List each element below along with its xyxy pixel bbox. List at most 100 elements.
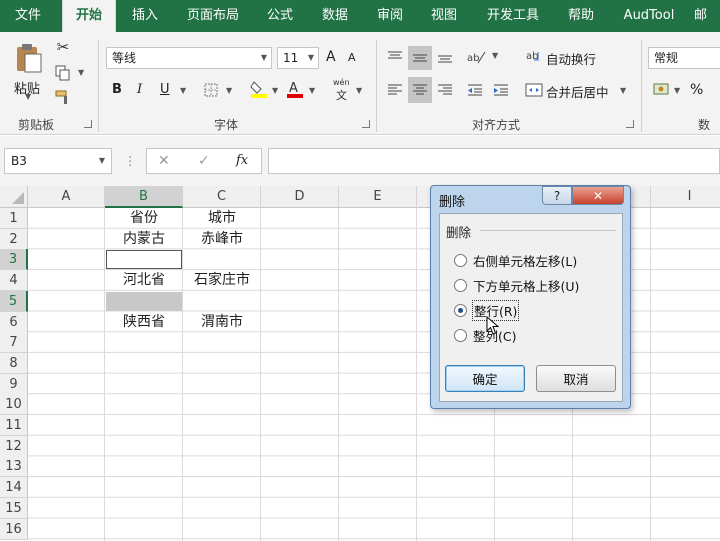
tab-mail[interactable]: 邮 <box>694 0 720 32</box>
active-cell-outline[interactable] <box>106 250 182 270</box>
percent-button[interactable]: % <box>690 82 703 98</box>
merge-dropdown-icon[interactable]: ▼ <box>620 86 626 95</box>
alignment-launcher-icon[interactable] <box>626 120 634 128</box>
paste-icon[interactable] <box>12 40 46 76</box>
tab-file[interactable]: 文件 <box>0 0 56 32</box>
wrap-text-button[interactable]: 自动换行 <box>546 49 596 68</box>
font-launcher-icon[interactable] <box>362 120 370 128</box>
merge-center-icon[interactable] <box>524 81 544 99</box>
fill-color-dropdown-icon[interactable]: ▼ <box>272 86 278 95</box>
cell-a9[interactable] <box>105 374 183 395</box>
radio-entire-row[interactable] <box>454 303 467 317</box>
tab-review[interactable]: 审阅 <box>366 0 414 32</box>
cell-b1[interactable]: 城市 <box>183 208 261 229</box>
cell-b12[interactable] <box>183 436 261 457</box>
font-name-select[interactable]: 等线 ▼ <box>106 47 272 69</box>
name-box[interactable]: B3 ▼ <box>4 148 112 174</box>
tab-insert[interactable]: 插入 <box>120 0 170 32</box>
decrease-indent-icon[interactable] <box>464 79 486 101</box>
cell-a12[interactable] <box>105 436 183 457</box>
paste-dropdown-icon[interactable]: ▼ <box>25 92 31 101</box>
align-middle-icon[interactable] <box>408 46 432 70</box>
cell-b14[interactable] <box>183 477 261 498</box>
cell-a13[interactable] <box>105 456 183 477</box>
cell-b5[interactable] <box>183 291 261 312</box>
cell-b6[interactable]: 渭南市 <box>183 312 261 333</box>
phonetic-icon[interactable]: 文 <box>336 87 347 103</box>
tab-view[interactable]: 视图 <box>420 0 468 32</box>
font-color-dropdown-icon[interactable]: ▼ <box>309 86 315 95</box>
cut-icon[interactable]: ✂ <box>54 38 72 56</box>
phonetic-top[interactable]: wén <box>333 78 350 87</box>
cell-b9[interactable] <box>183 374 261 395</box>
merge-center-button[interactable]: 合并后居中 <box>546 82 609 101</box>
selected-cell-highlight[interactable] <box>106 291 182 311</box>
cell-a14[interactable] <box>105 477 183 498</box>
ok-button[interactable]: 确定 <box>445 365 525 392</box>
format-painter-icon[interactable] <box>54 88 72 106</box>
currency-format-icon[interactable] <box>652 79 672 99</box>
align-center-icon[interactable] <box>408 77 432 103</box>
cell-b8[interactable] <box>183 353 261 374</box>
copy-icon[interactable] <box>54 64 72 82</box>
cell-a2[interactable]: 内蒙古 <box>105 229 183 250</box>
tab-home[interactable]: 开始 <box>62 0 116 32</box>
tab-page-layout[interactable]: 页面布局 <box>176 0 250 32</box>
tab-developer[interactable]: 开发工具 <box>476 0 550 32</box>
tab-help[interactable]: 帮助 <box>558 0 604 32</box>
align-top-icon[interactable] <box>384 46 406 68</box>
cell-a6[interactable]: 陕西省 <box>105 312 183 333</box>
align-left-icon[interactable] <box>384 79 406 101</box>
cell-a11[interactable] <box>105 415 183 436</box>
bold-button[interactable]: B <box>112 82 122 97</box>
italic-button[interactable]: I <box>137 82 142 97</box>
orientation-icon[interactable]: ab <box>464 46 488 68</box>
shrink-font-icon[interactable]: A <box>348 51 356 64</box>
cell-b10[interactable] <box>183 394 261 415</box>
tab-formulas[interactable]: 公式 <box>256 0 304 32</box>
help-button[interactable]: ? <box>542 186 572 205</box>
chevron-down-icon[interactable]: ▼ <box>99 149 105 173</box>
clipboard-launcher-icon[interactable] <box>84 120 92 128</box>
cell-b2[interactable]: 赤峰市 <box>183 229 261 250</box>
cell-b16[interactable] <box>183 519 261 540</box>
radio-entire-column[interactable] <box>454 328 467 342</box>
cell-a8[interactable] <box>105 353 183 374</box>
currency-dropdown-icon[interactable]: ▼ <box>674 86 680 95</box>
fill-color-icon[interactable] <box>249 78 269 100</box>
cell-a4[interactable]: 河北省 <box>105 270 183 291</box>
phonetic-dropdown-icon[interactable]: ▼ <box>356 86 362 95</box>
option-shift-left[interactable]: 右侧单元格左移(L) <box>454 251 577 269</box>
close-button[interactable]: ✕ <box>572 186 624 205</box>
radio-shift-up[interactable] <box>454 278 467 292</box>
cell-a15[interactable] <box>105 498 183 519</box>
grow-font-icon[interactable]: A <box>326 49 336 65</box>
cell-b15[interactable] <box>183 498 261 519</box>
copy-dropdown-icon[interactable]: ▼ <box>78 68 84 77</box>
underline-button[interactable]: U <box>160 82 170 97</box>
cell-b7[interactable] <box>183 332 261 353</box>
increase-indent-icon[interactable] <box>490 79 512 101</box>
orientation-dropdown-icon[interactable]: ▼ <box>492 51 498 60</box>
wrap-text-icon[interactable]: ab <box>524 46 544 66</box>
cell-a16[interactable] <box>105 519 183 540</box>
formula-input[interactable] <box>268 148 720 174</box>
cell-b13[interactable] <box>183 456 261 477</box>
cell-b11[interactable] <box>183 415 261 436</box>
cell-b4[interactable]: 石家庄市 <box>183 270 261 291</box>
tab-audtool[interactable]: AudTool <box>612 0 686 32</box>
cell-a10[interactable] <box>105 394 183 415</box>
option-shift-up[interactable]: 下方单元格上移(U) <box>454 276 579 294</box>
font-size-select[interactable]: 11 ▼ <box>277 47 319 69</box>
cell-a7[interactable] <box>105 332 183 353</box>
align-bottom-icon[interactable] <box>434 46 456 68</box>
align-right-icon[interactable] <box>434 79 456 101</box>
cancel-button[interactable]: 取消 <box>536 365 616 392</box>
tab-data[interactable]: 数据 <box>310 0 360 32</box>
font-color-icon[interactable]: A <box>285 78 305 100</box>
cell-b3[interactable] <box>183 249 261 270</box>
borders-icon[interactable] <box>203 82 219 98</box>
radio-shift-left[interactable] <box>454 253 467 267</box>
borders-dropdown-icon[interactable]: ▼ <box>226 86 232 95</box>
cancel-entry-icon[interactable]: ✕ <box>158 153 170 169</box>
